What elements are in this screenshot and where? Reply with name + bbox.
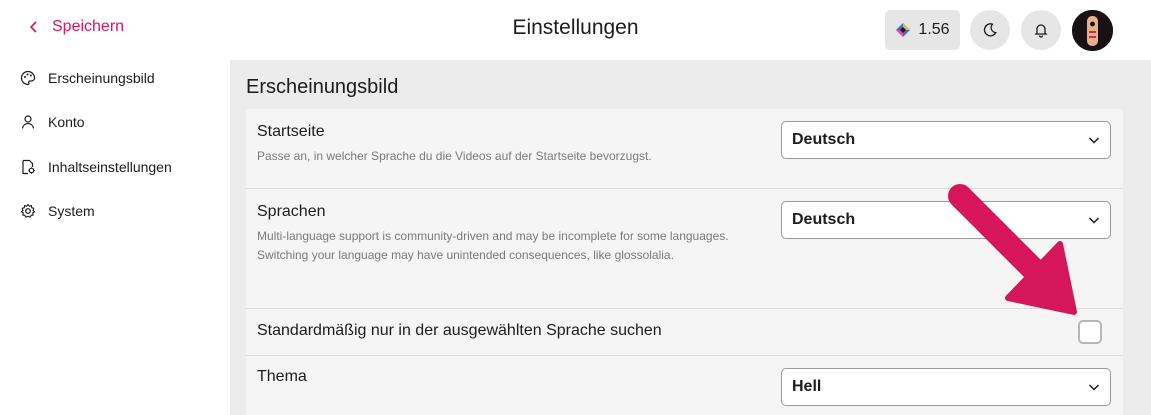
sidebar-item-appearance[interactable]: Erscheinungsbild [20, 70, 155, 86]
notifications-button[interactable] [1021, 10, 1061, 50]
settings-sidebar: Erscheinungsbild Konto Inhaltseinstellun… [0, 60, 230, 415]
setting-label: Startseite [257, 123, 325, 140]
setting-label: Standardmäßig nur in der ausgewählten Sp… [257, 322, 662, 339]
credits-icon [896, 23, 911, 37]
settings-card: Startseite Passe an, in welcher Sprache … [246, 109, 1123, 415]
sidebar-item-account[interactable]: Konto [20, 114, 85, 130]
setting-description: Multi-language support is community-driv… [257, 229, 729, 262]
homepage-language-select[interactable]: Deutsch [781, 121, 1111, 159]
moon-icon [983, 23, 997, 37]
sidebar-item-label: System [48, 203, 95, 219]
select-value: Deutsch [792, 211, 856, 228]
sidebar-item-label: Erscheinungsbild [48, 70, 155, 86]
setting-description: Passe an, in welcher Sprache du die Vide… [257, 149, 652, 163]
search-language-checkbox[interactable] [1078, 320, 1102, 344]
theme-toggle-button[interactable] [970, 10, 1010, 50]
chevron-down-icon [1088, 217, 1100, 224]
gear-icon [20, 203, 36, 218]
avatar-image-icon [1072, 10, 1113, 51]
page-title: Einstellungen [512, 16, 639, 39]
setting-row-homepage: Startseite Passe an, in welcher Sprache … [246, 109, 1123, 189]
sidebar-item-label: Inhaltseinstellungen [48, 159, 172, 175]
setting-row-languages: Sprachen Multi-language support is commu… [246, 189, 1123, 309]
back-save-button[interactable]: Speichern [28, 18, 124, 36]
settings-content: Erscheinungsbild Startseite Passe an, in… [230, 60, 1151, 415]
content-settings-icon [22, 159, 35, 175]
avatar[interactable] [1072, 10, 1113, 51]
setting-row-search-language: Standardmäßig nur in der ausgewählten Sp… [246, 309, 1123, 356]
select-value: Hell [792, 378, 822, 395]
chevron-down-icon [1088, 137, 1100, 144]
sidebar-item-system[interactable]: System [20, 203, 95, 219]
balance-value: 1.56 [918, 21, 950, 38]
theme-select[interactable]: Hell [781, 368, 1111, 406]
palette-icon [20, 70, 36, 86]
chevron-down-icon [1088, 384, 1100, 391]
setting-label: Thema [257, 368, 307, 385]
sidebar-item-content-settings[interactable]: Inhaltseinstellungen [20, 159, 172, 175]
setting-row-theme: Thema Hell [246, 356, 1123, 415]
user-icon [21, 115, 35, 129]
chevron-left-icon [29, 21, 37, 33]
balance-button[interactable]: 1.56 [885, 10, 960, 50]
section-title: Erscheinungsbild [246, 76, 399, 98]
setting-label: Sprachen [257, 203, 326, 220]
language-select[interactable]: Deutsch [781, 201, 1111, 239]
select-value: Deutsch [792, 131, 856, 148]
back-save-label: Speichern [52, 18, 125, 35]
top-header: Speichern Einstellungen 1.56 [0, 0, 1151, 60]
sidebar-item-label: Konto [48, 114, 85, 130]
bell-icon [1034, 24, 1048, 38]
